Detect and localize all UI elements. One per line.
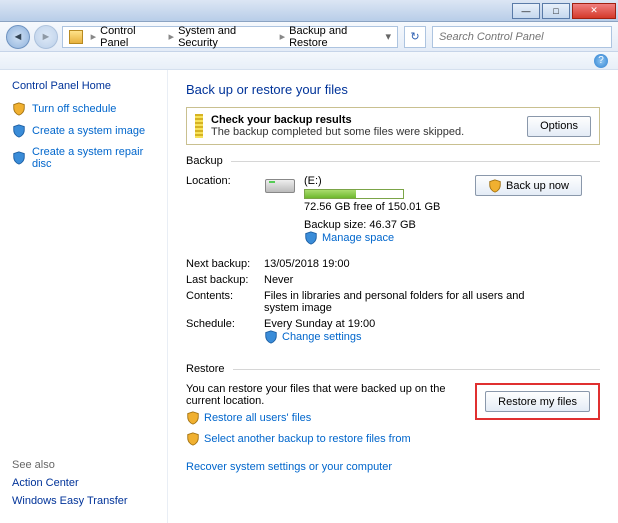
restore-all-label: Restore all users' files (204, 412, 311, 424)
recover-system-link[interactable]: Recover system settings or your computer (186, 461, 600, 473)
back-up-now-label: Back up now (506, 180, 569, 192)
sidebar-create-system-image[interactable]: Create a system image (12, 124, 155, 138)
warning-stripe-icon (195, 114, 203, 138)
sidebar-item-label: Create a system repair disc (32, 146, 155, 170)
alert-title: Check your backup results (211, 114, 527, 126)
help-icon[interactable]: ? (594, 54, 608, 68)
see-also-action-center[interactable]: Action Center (12, 477, 155, 489)
shield-icon (12, 102, 26, 116)
breadcrumb-sep: ▸ (169, 30, 175, 43)
search-input[interactable] (433, 31, 611, 43)
control-panel-home-link[interactable]: Control Panel Home (12, 80, 155, 92)
refresh-button[interactable]: ↻ (404, 26, 426, 48)
see-also-easy-transfer[interactable]: Windows Easy Transfer (12, 495, 155, 507)
schedule-value: Every Sunday at 19:00 (264, 318, 600, 330)
sidebar-item-label: Create a system image (32, 125, 145, 137)
breadcrumb-item[interactable]: Control Panel (100, 25, 164, 49)
backup-size-text: Backup size: 46.37 GB (304, 219, 600, 231)
restore-section: Restore You can restore your files that … (186, 363, 600, 477)
backup-legend: Backup (186, 155, 231, 167)
restore-text: You can restore your files that were bac… (186, 383, 465, 407)
control-panel-icon (69, 30, 83, 44)
shield-icon (186, 411, 200, 425)
backup-alert: Check your backup results The backup com… (186, 107, 600, 145)
change-settings-link[interactable]: Change settings (264, 330, 362, 344)
select-another-backup-link[interactable]: Select another backup to restore files f… (186, 432, 411, 446)
manage-space-link[interactable]: Manage space (304, 231, 394, 245)
see-also-label: See also (12, 459, 155, 471)
breadcrumb-item[interactable]: System and Security (178, 25, 276, 49)
forward-button[interactable]: ► (34, 25, 58, 49)
sidebar-item-label: Turn off schedule (32, 103, 116, 115)
location-label: Location: (186, 175, 264, 248)
close-button[interactable]: ✕ (572, 3, 616, 19)
select-another-label: Select another backup to restore files f… (204, 433, 411, 445)
restore-my-files-button[interactable]: Restore my files (485, 391, 590, 412)
next-backup-value: 13/05/2018 19:00 (264, 258, 600, 270)
last-backup-value: Never (264, 274, 600, 286)
back-up-now-button[interactable]: Back up now (475, 175, 582, 196)
navbar: ◄ ► ▸ Control Panel ▸ System and Securit… (0, 22, 618, 52)
sidebar: Control Panel Home Turn off schedule Cre… (0, 70, 168, 523)
shield-icon (186, 432, 200, 446)
page-title: Back up or restore your files (186, 82, 600, 97)
breadcrumb-item[interactable]: Backup and Restore (289, 25, 385, 49)
disk-usage-bar (304, 189, 404, 199)
search-box[interactable] (432, 26, 612, 48)
restore-all-users-link[interactable]: Restore all users' files (186, 411, 311, 425)
shield-icon (264, 330, 278, 344)
restore-my-files-highlight: Restore my files (475, 383, 600, 420)
breadcrumb[interactable]: ▸ Control Panel ▸ System and Security ▸ … (62, 26, 398, 48)
breadcrumb-dropdown-icon[interactable]: ▾ (385, 30, 391, 43)
free-space-text: 72.56 GB free of 150.01 GB (304, 201, 600, 213)
drive-icon (264, 175, 296, 248)
contents-label: Contents: (186, 290, 264, 314)
shield-icon (12, 151, 26, 165)
next-backup-label: Next backup: (186, 258, 264, 270)
contents-value: Files in libraries and personal folders … (264, 290, 544, 314)
breadcrumb-sep: ▸ (91, 30, 97, 43)
shield-icon (304, 231, 318, 245)
window-titlebar: — □ ✕ (0, 0, 618, 22)
sidebar-create-repair-disc[interactable]: Create a system repair disc (12, 146, 155, 170)
restore-legend: Restore (186, 363, 233, 375)
sidebar-turn-off-schedule[interactable]: Turn off schedule (12, 102, 155, 116)
change-settings-label: Change settings (282, 331, 362, 343)
minimize-button[interactable]: — (512, 3, 540, 19)
options-button[interactable]: Options (527, 116, 591, 137)
content-pane: Back up or restore your files Check your… (168, 70, 618, 523)
toolbar-strip: ? (0, 52, 618, 70)
breadcrumb-sep: ▸ (280, 30, 286, 43)
last-backup-label: Last backup: (186, 274, 264, 286)
manage-space-label: Manage space (322, 232, 394, 244)
backup-section: Backup Back up now Location: (E:) 72.56 … (186, 155, 600, 355)
alert-subtext: The backup completed but some files were… (211, 126, 527, 138)
maximize-button[interactable]: □ (542, 3, 570, 19)
shield-icon (12, 124, 26, 138)
back-button[interactable]: ◄ (6, 25, 30, 49)
schedule-label: Schedule: (186, 318, 264, 347)
shield-icon (488, 179, 502, 193)
